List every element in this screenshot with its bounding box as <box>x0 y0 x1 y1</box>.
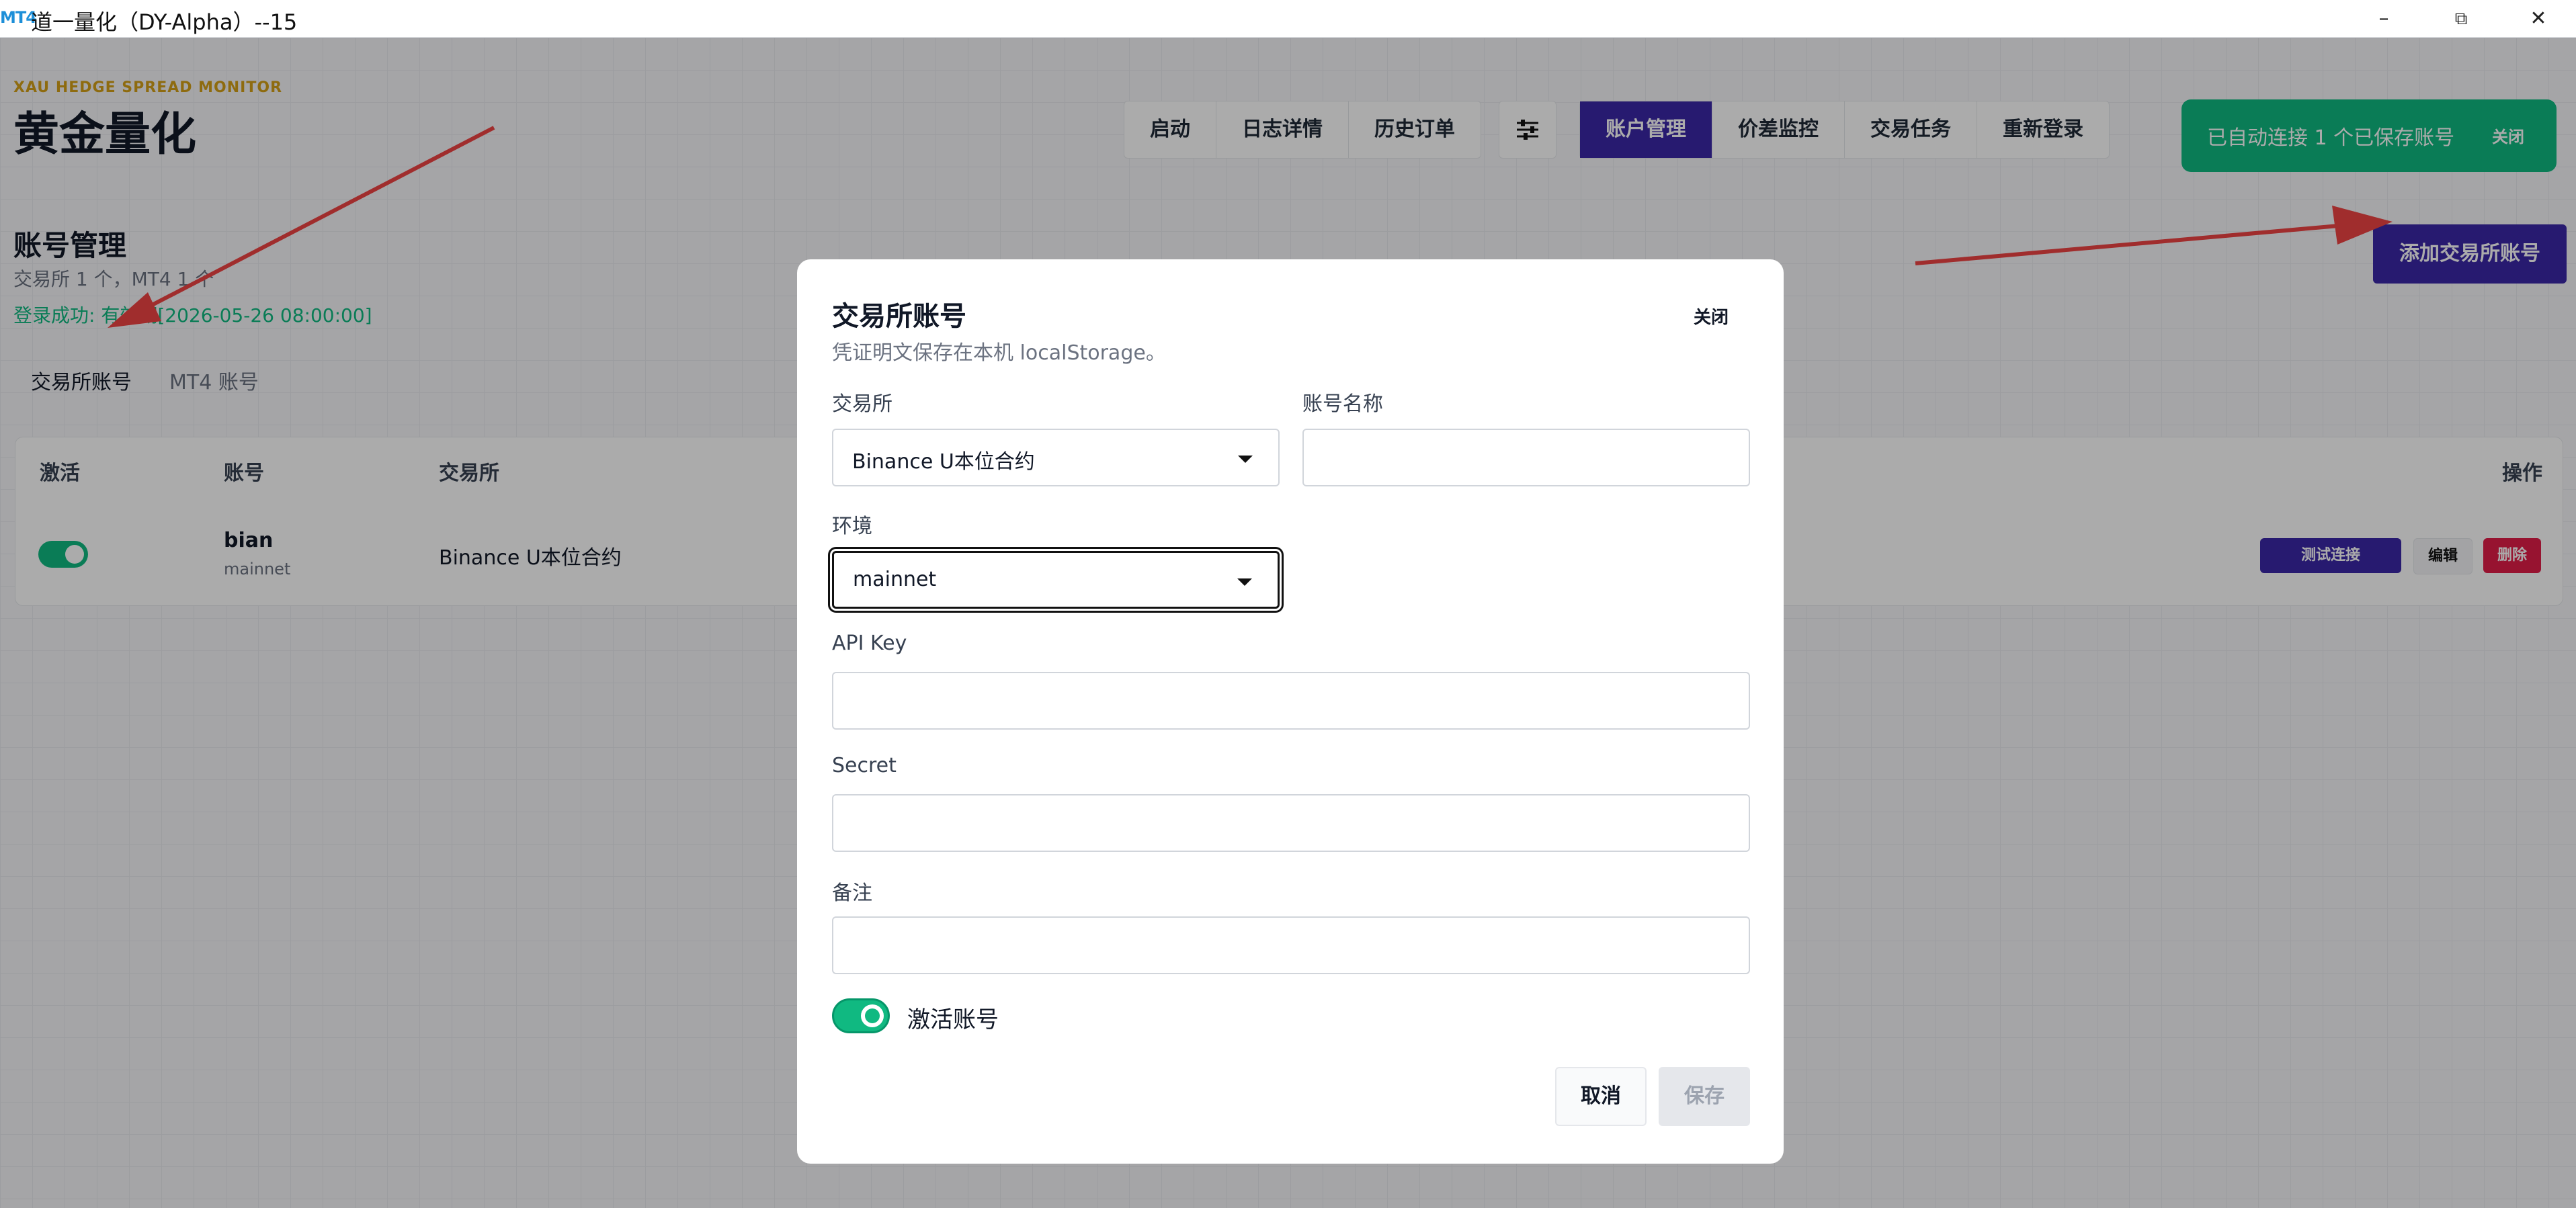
environment-select-value: mainnet <box>853 568 937 591</box>
chevron-down-icon <box>1238 456 1253 463</box>
secret-input[interactable] <box>832 794 1750 852</box>
toggle-knob <box>861 1004 884 1027</box>
api-key-input[interactable] <box>832 672 1750 730</box>
account-name-label: 账号名称 <box>1302 392 1383 416</box>
note-label: 备注 <box>832 881 872 905</box>
exchange-account-modal: 交易所账号 凭证明文保存在本机 localStorage。 关闭 交易所 Bin… <box>797 259 1784 1164</box>
activate-account-toggle[interactable] <box>832 998 890 1033</box>
exchange-select[interactable]: Binance U本位合约 <box>832 429 1280 486</box>
save-button[interactable]: 保存 <box>1659 1067 1750 1126</box>
secret-label: Secret <box>832 754 897 777</box>
account-name-input[interactable] <box>1302 429 1750 486</box>
exchange-select-value: Binance U本位合约 <box>852 450 1035 474</box>
environment-select[interactable]: mainnet <box>832 551 1280 609</box>
activate-account-label: 激活账号 <box>907 1006 999 1033</box>
chevron-down-icon <box>1237 578 1252 586</box>
note-input[interactable] <box>832 916 1750 974</box>
api-key-label: API Key <box>832 632 907 655</box>
modal-description: 凭证明文保存在本机 localStorage。 <box>832 341 1166 365</box>
modal-close-button[interactable]: 关闭 <box>1694 304 1729 329</box>
modal-title: 交易所账号 <box>832 301 966 332</box>
exchange-label: 交易所 <box>832 392 892 416</box>
environment-label: 环境 <box>832 515 872 538</box>
cancel-button[interactable]: 取消 <box>1555 1067 1647 1126</box>
